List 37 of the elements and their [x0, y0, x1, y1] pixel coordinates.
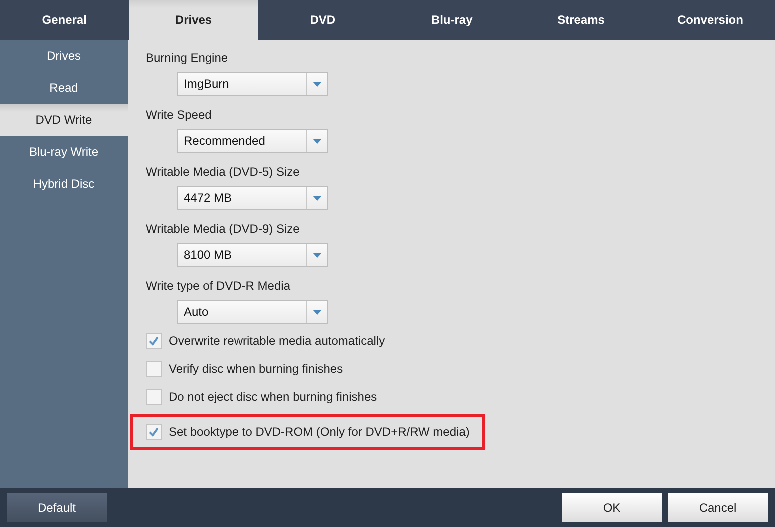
tab[interactable]: General	[0, 0, 130, 40]
checkbox-label: Verify disc when burning finishes	[169, 362, 344, 376]
dropdown[interactable]: Auto	[177, 300, 328, 324]
caret-icon	[312, 138, 322, 144]
tab[interactable]: Drives	[129, 0, 258, 40]
dropdown[interactable]: 4472 MB	[177, 186, 328, 210]
checkbox[interactable]	[146, 389, 162, 405]
default-button[interactable]: Default	[7, 493, 107, 522]
tab[interactable]: DVD	[258, 0, 388, 40]
checkbox-label: Overwrite rewritable media automatically	[169, 334, 386, 348]
checkbox-label: Set booktype to DVD-ROM (Only for DVD+R/RW media)	[169, 425, 470, 439]
dropdown[interactable]: ImgBurn	[177, 72, 328, 96]
tab[interactable]: Blu-ray	[388, 0, 517, 40]
dropdown[interactable]: Recommended	[177, 129, 328, 153]
caret-icon	[312, 82, 322, 86]
sidebar-item[interactable]: Blu-ray Write	[0, 136, 128, 168]
setting-label: Burning Engine	[146, 50, 230, 66]
tab[interactable]: Streams	[516, 0, 646, 40]
checkbox[interactable]	[146, 361, 162, 377]
caret-icon	[312, 196, 322, 200]
tab[interactable]: Conversion	[646, 0, 775, 40]
sidebar-item[interactable]: DVD Write	[0, 104, 128, 136]
setting-label: Writable Media (DVD-5) Size	[146, 164, 301, 180]
sidebar-item[interactable]: Hybrid Disc	[0, 168, 128, 200]
dialog-button[interactable]: OK	[562, 493, 662, 522]
checkbox[interactable]	[146, 424, 162, 440]
setting-label: Writable Media (DVD-9) Size	[146, 221, 301, 237]
caret-icon	[312, 252, 322, 258]
checkbox-label: Do not eject disc when burning finishes	[169, 390, 378, 404]
checkbox[interactable]	[146, 333, 162, 349]
sidebar-item[interactable]: Read	[0, 72, 128, 104]
dropdown[interactable]: 8100 MB	[177, 243, 328, 267]
caret-icon	[312, 310, 322, 314]
setting-label: Write Speed	[146, 107, 213, 123]
setting-label: Write type of DVD-R Media	[146, 278, 292, 294]
sidebar-item[interactable]: Drives	[0, 40, 128, 72]
dialog-button[interactable]: Cancel	[668, 493, 768, 522]
